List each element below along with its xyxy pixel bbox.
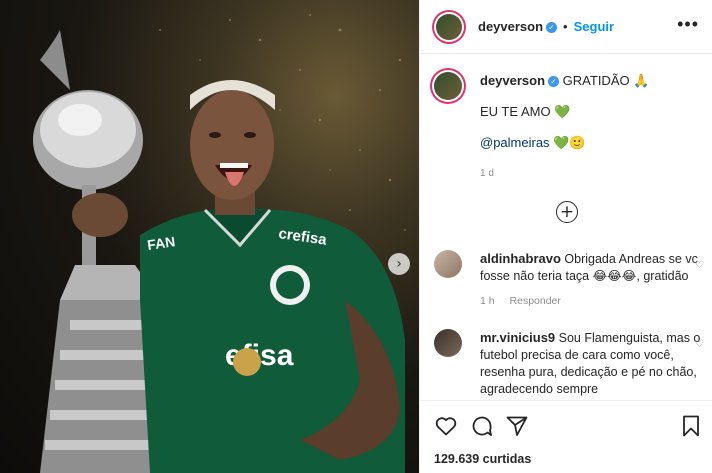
comment-time: 1 h <box>480 295 495 307</box>
bookmark-icon[interactable] <box>679 414 703 438</box>
verified-badge-icon: ✓ <box>548 76 560 88</box>
heart-icon[interactable] <box>434 414 458 438</box>
mention-link[interactable]: @palmeiras <box>480 135 550 150</box>
caption-line-2: EU TE AMO 💚 <box>480 103 704 121</box>
comments-area: deyverson ✓ GRATIDÃO 🙏 EU TE AMO 💚 @palme… <box>420 54 712 400</box>
post-photo[interactable]: FAN crefisa efisa › <box>0 0 419 473</box>
commenter-avatar[interactable] <box>434 329 462 357</box>
caption-text-2: EU TE AMO <box>480 104 551 119</box>
follow-button[interactable]: Seguir <box>574 19 614 34</box>
verified-badge-icon: ✓ <box>546 22 558 34</box>
likes-count[interactable]: 129.639 curtidas <box>434 452 531 466</box>
photo-illustration: FAN crefisa efisa <box>33 14 406 473</box>
green-heart-emoji: 💚 <box>554 104 571 119</box>
caption-timestamp: 1 d <box>480 168 494 179</box>
commenter-username[interactable]: aldinhabravo <box>480 251 561 266</box>
post-header: deyverson ✓ • Seguir ••• <box>420 0 712 54</box>
caption-username[interactable]: deyverson <box>480 73 545 88</box>
more-options-icon[interactable]: ••• <box>677 14 699 35</box>
caption-text-1: GRATIDÃO <box>562 73 630 88</box>
comment-body: mr.vinicius9 Sou Flamenguista, mas o fut… <box>480 329 704 398</box>
separator-dot: • <box>563 19 568 34</box>
reply-button[interactable]: Responder <box>510 295 561 307</box>
mention-emojis: 💚🙂 <box>553 135 586 150</box>
author-avatar[interactable] <box>436 13 462 40</box>
post-caption: deyverson ✓ GRATIDÃO 🙏 EU TE AMO 💚 @palme… <box>434 72 704 183</box>
comment-item: aldinhabravo Obrigada Andreas se vc foss… <box>434 250 704 307</box>
comment-like-icon[interactable]: ♡ <box>695 260 704 271</box>
commenter-avatar[interactable] <box>434 250 462 278</box>
comment-like-icon[interactable]: ♡ <box>695 339 704 350</box>
caption-line-3: @palmeiras 💚🙂 <box>480 134 704 152</box>
paper-plane-icon[interactable] <box>505 414 529 438</box>
plus-circle-icon[interactable]: + <box>556 201 578 223</box>
post-sidebar: deyverson ✓ • Seguir ••• deyverson ✓ GRATIDÃ… <box>419 0 712 473</box>
author-username[interactable]: deyverson <box>478 19 543 34</box>
caption-avatar[interactable] <box>434 72 462 100</box>
comment-item: mr.vinicius9 Sou Flamenguista, mas o fut… <box>434 329 704 398</box>
comment-body: aldinhabravo Obrigada Andreas se vc foss… <box>480 250 704 285</box>
caption-line-1: deyverson ✓ GRATIDÃO 🙏 <box>480 72 704 90</box>
pray-emoji: 🙏 <box>633 73 650 88</box>
author-line: deyverson ✓ • Seguir <box>478 19 614 34</box>
comment-icon[interactable] <box>470 414 494 438</box>
comment-meta: 1 h Responder <box>480 295 704 307</box>
commenter-username[interactable]: mr.vinicius9 <box>480 330 555 345</box>
chevron-right-icon[interactable]: › <box>388 253 410 275</box>
action-bar: 129.639 curtidas <box>420 400 712 473</box>
